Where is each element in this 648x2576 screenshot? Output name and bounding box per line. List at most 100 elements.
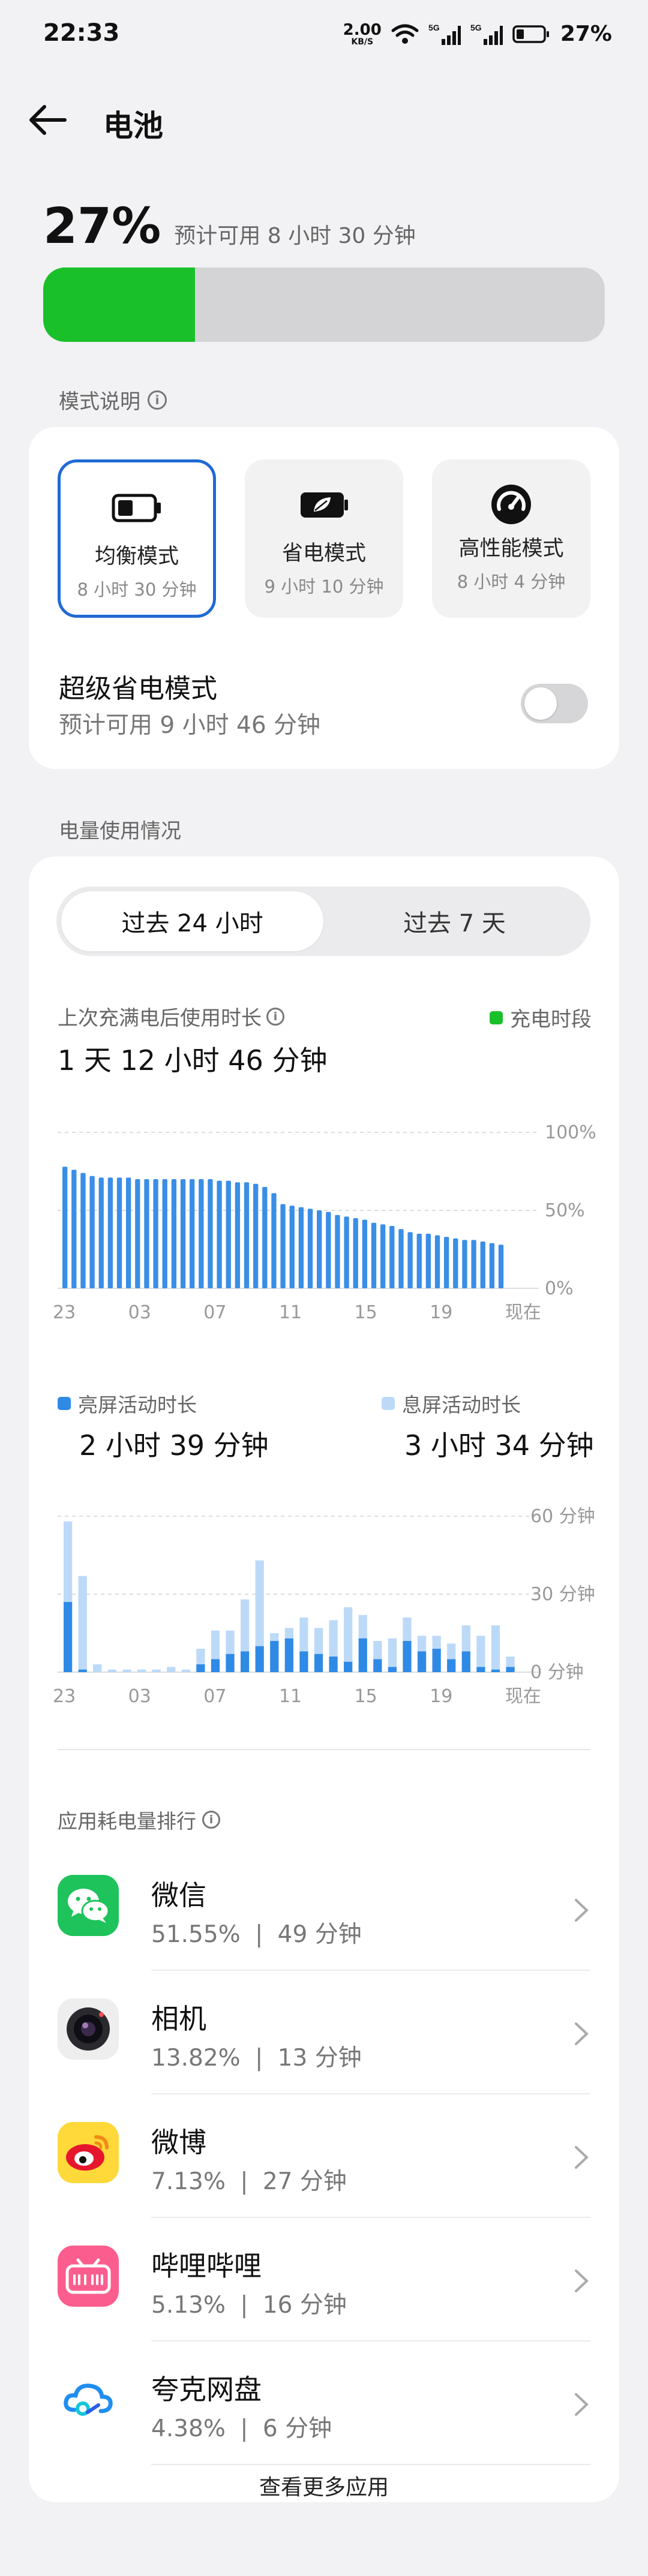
level-bar xyxy=(480,1242,485,1288)
app-ranking-label: 应用耗电量排行 i xyxy=(58,1805,220,1834)
level-bar xyxy=(144,1179,149,1288)
level-bar xyxy=(135,1179,140,1288)
info-icon[interactable]: i xyxy=(202,1811,220,1829)
screen-off-bar xyxy=(447,1643,456,1660)
wifi-icon xyxy=(391,24,419,44)
level-bar xyxy=(471,1240,476,1288)
app-row-quark-cloud[interactable]: 夸克网盘 4.38% | 6 分钟 xyxy=(29,2341,619,2465)
level-bar xyxy=(317,1210,322,1288)
battery-level-bar xyxy=(43,267,605,342)
screen-off-legend: 息屏活动时长 xyxy=(382,1389,521,1418)
screen-on-bar xyxy=(314,1654,323,1672)
screen-on-legend: 亮屏活动时长 xyxy=(58,1389,197,1418)
battery-icon xyxy=(111,491,163,525)
level-bar xyxy=(62,1167,68,1288)
screen-off-bar xyxy=(226,1630,235,1654)
level-chart-x-tick-label: 23 xyxy=(53,1302,76,1323)
status-icons: 2.00 KB/S 5G 5G 27% xyxy=(343,22,612,46)
modes-section-label: 模式说明 i xyxy=(59,385,167,414)
svg-text:5G: 5G xyxy=(470,23,482,32)
level-bar xyxy=(71,1170,77,1288)
level-bar xyxy=(244,1182,250,1288)
level-bar xyxy=(444,1237,449,1288)
info-icon[interactable]: i xyxy=(266,1007,284,1026)
signal-sim1-icon: 5G xyxy=(428,23,461,45)
screen-off-bar xyxy=(211,1630,220,1660)
level-chart-y-tick-label: 100% xyxy=(545,1122,596,1143)
level-chart-x-tick-label: 03 xyxy=(128,1302,151,1323)
screen-on-bar xyxy=(226,1654,235,1672)
screen-on-bar xyxy=(403,1641,412,1672)
screen-on-bar xyxy=(78,1669,87,1672)
network-speed: 2.00 KB/S xyxy=(343,20,382,47)
weibo-icon xyxy=(58,2122,119,2183)
app-row-wechat[interactable]: 微信 51.55% | 49 分钟 xyxy=(29,1847,619,1971)
level-bar xyxy=(153,1179,158,1288)
level-chart-y-tick-label: 50% xyxy=(545,1200,585,1221)
level-bar xyxy=(199,1179,204,1288)
app-row-bilibili[interactable]: 哔哩哔哩 5.13% | 16 分钟 xyxy=(29,2218,619,2341)
activity-chart-x-tick-label: 19 xyxy=(430,1686,452,1707)
screen-off-bar xyxy=(432,1636,441,1649)
level-bar xyxy=(116,1177,122,1288)
tab-past-7-days[interactable]: 过去 7 天 xyxy=(323,891,586,951)
speedometer-icon xyxy=(485,483,537,525)
wechat-icon xyxy=(58,1875,119,1936)
level-chart-x-tick-label: 11 xyxy=(279,1302,302,1323)
level-bar xyxy=(498,1245,504,1288)
level-bar xyxy=(307,1209,313,1288)
modes-card: 均衡模式 8 小时 30 分钟 省电模式 9 小时 10 分钟 高性能模式 8 … xyxy=(29,427,619,769)
tab-past-24-hours[interactable]: 过去 24 小时 xyxy=(61,891,323,951)
screen-off-bar xyxy=(196,1649,205,1664)
level-bar xyxy=(326,1212,331,1288)
level-bar xyxy=(80,1173,86,1288)
screen-off-bar xyxy=(107,1669,116,1672)
level-chart-y-tick-label: 0% xyxy=(545,1278,574,1299)
usage-section-label: 电量使用情况 xyxy=(59,819,181,843)
screen-on-bar xyxy=(329,1657,338,1672)
view-more-apps-link[interactable]: 查看更多应用 xyxy=(29,2470,619,2501)
app-row-weibo[interactable]: 微博 7.13% | 27 分钟 xyxy=(29,2094,619,2218)
level-bar xyxy=(271,1193,277,1288)
info-icon[interactable]: i xyxy=(148,390,167,410)
super-saver-toggle[interactable] xyxy=(521,684,588,723)
level-bar xyxy=(289,1206,295,1288)
screen-on-bar xyxy=(270,1641,279,1672)
screen-on-bar xyxy=(417,1651,427,1672)
clock: 22:33 xyxy=(43,19,120,47)
level-bar xyxy=(434,1235,440,1288)
toggle-knob xyxy=(524,687,557,720)
page-title: 电池 xyxy=(103,109,163,143)
level-bar xyxy=(453,1238,458,1288)
mode-balanced[interactable]: 均衡模式 8 小时 30 分钟 xyxy=(58,459,216,618)
level-bar xyxy=(89,1176,95,1288)
level-chart-x-tick-label: 15 xyxy=(355,1302,377,1323)
screen-on-bar xyxy=(255,1646,264,1672)
screen-off-bar xyxy=(93,1664,102,1672)
charging-legend: 充电时段 xyxy=(490,1003,592,1032)
activity-time-chart: 60 分钟 30 分钟 0 分钟 23 03 07 11 15 19 现在 xyxy=(53,1506,595,1707)
level-bar xyxy=(107,1177,113,1288)
battery-percent-status: 27% xyxy=(560,22,612,46)
activity-chart-x-tick-label: 11 xyxy=(279,1686,302,1707)
mode-power-saving[interactable]: 省电模式 9 小时 10 分钟 xyxy=(245,459,403,618)
screen-on-bar xyxy=(196,1664,205,1672)
time-range-segmented-control: 过去 24 小时 过去 7 天 xyxy=(56,886,590,956)
screen-on-bar xyxy=(64,1602,73,1672)
level-bar xyxy=(344,1216,349,1288)
leaf-battery-icon xyxy=(298,488,350,522)
signal-sim2-icon: 5G xyxy=(470,23,503,45)
screen-on-bar xyxy=(447,1659,456,1672)
level-bar xyxy=(217,1180,222,1288)
screen-off-bar xyxy=(506,1657,515,1667)
activity-chart-y-tick-label: 30 分钟 xyxy=(530,1584,595,1605)
level-bar xyxy=(208,1179,213,1288)
level-bar xyxy=(335,1215,340,1288)
quark-cloud-icon xyxy=(58,2369,119,2430)
back-button[interactable] xyxy=(24,102,72,138)
super-saver-title: 超级省电模式 xyxy=(59,674,217,704)
mode-high-performance[interactable]: 高性能模式 8 小时 4 分钟 xyxy=(432,459,590,618)
app-row-camera[interactable]: 相机 13.82% | 13 分钟 xyxy=(29,1971,619,2094)
screen-off-bar xyxy=(358,1615,367,1639)
level-bar xyxy=(190,1179,195,1288)
